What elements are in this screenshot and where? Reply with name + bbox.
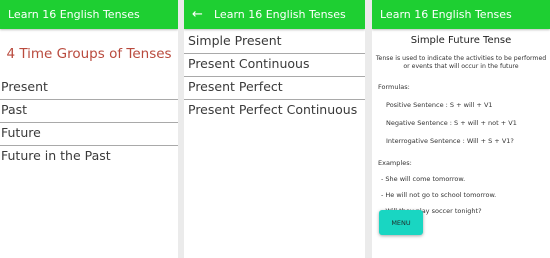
back-arrow-icon[interactable]: ← bbox=[192, 0, 214, 29]
formula-negative: Negative Sentence : S + will + not + V1 bbox=[386, 119, 517, 127]
screen-separator bbox=[365, 0, 372, 258]
app-title: Learn 16 English Tenses bbox=[380, 8, 512, 21]
list-item-present[interactable]: Present bbox=[0, 77, 178, 100]
list-item-simple-present[interactable]: Simple Present bbox=[184, 31, 365, 54]
list-item-future-in-the-past[interactable]: Future in the Past bbox=[0, 146, 178, 169]
app-title: Learn 16 English Tenses bbox=[214, 8, 346, 21]
time-groups-screen: Learn 16 English Tenses 4 Time Groups of… bbox=[0, 0, 178, 258]
app-bar: Learn 16 English Tenses bbox=[372, 0, 550, 29]
tense-detail-screen: Learn 16 English Tenses Simple Future Te… bbox=[372, 0, 550, 258]
list-item-present-perfect[interactable]: Present Perfect bbox=[184, 77, 365, 100]
page-heading: 4 Time Groups of Tenses bbox=[6, 46, 172, 62]
example-item: - He will not go to school tomorrow. bbox=[381, 191, 497, 199]
time-group-list: Present Past Future Future in the Past bbox=[0, 77, 178, 169]
list-item-past[interactable]: Past bbox=[0, 100, 178, 123]
app-bar: ← Learn 16 English Tenses bbox=[184, 0, 365, 29]
list-item-present-perfect-continuous[interactable]: Present Perfect Continuous bbox=[184, 100, 365, 123]
formulas-label: Formulas: bbox=[378, 83, 410, 91]
app-title: Learn 16 English Tenses bbox=[8, 8, 140, 21]
example-item: - She will come tomorrow. bbox=[381, 175, 466, 183]
formula-positive: Positive Sentence : S + will + V1 bbox=[386, 101, 493, 109]
tense-title: Simple Future Tense bbox=[410, 35, 512, 46]
present-tenses-screen: ← Learn 16 English Tenses Simple Present… bbox=[184, 0, 365, 258]
list-item-present-continuous[interactable]: Present Continuous bbox=[184, 54, 365, 77]
tense-list: Simple Present Present Continuous Presen… bbox=[184, 29, 365, 123]
list-item-future[interactable]: Future bbox=[0, 123, 178, 146]
examples-label: Examples: bbox=[378, 159, 412, 167]
tense-definition: Tense is used to indicate the activities… bbox=[375, 55, 547, 70]
formula-interrogative: Interrogative Sentence : Will + S + V1? bbox=[386, 137, 514, 145]
app-bar: Learn 16 English Tenses bbox=[0, 0, 178, 29]
menu-button[interactable]: MENU bbox=[379, 210, 423, 235]
